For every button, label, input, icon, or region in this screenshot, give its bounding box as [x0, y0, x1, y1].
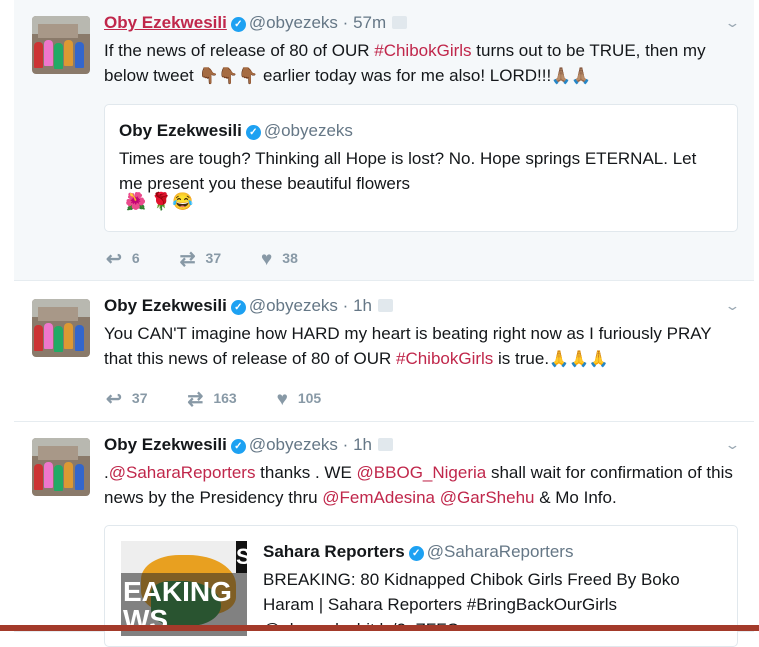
tweet-header: Oby Ezekwesili ✓ @obyezeks · 57m: [104, 13, 408, 33]
tweet-text: If the news of release of 80 of OUR #Chi…: [104, 41, 706, 85]
verified-icon: ✓: [230, 300, 246, 315]
verified-icon: ✓: [245, 125, 261, 140]
tweet[interactable]: Oby Ezekwesili ✓ @obyezeks · 1h ⌄ You CAN'…: [14, 283, 754, 422]
heart-icon: ♥: [276, 389, 288, 410]
tweet[interactable]: Oby Ezekwesili ✓ @obyezeks · 1h ⌄ .@Sahara…: [14, 422, 754, 647]
tweet-actions: ↩ 37 ⇄ 163 ♥ 105: [106, 388, 357, 411]
avatar[interactable]: [32, 16, 90, 74]
avatar[interactable]: [32, 438, 90, 496]
retweet-button[interactable]: ⇄ 163: [187, 388, 236, 411]
retweet-icon: ⇄: [187, 389, 204, 410]
reply-button[interactable]: ↩ 37: [106, 388, 148, 411]
verified-icon: ✓: [230, 439, 246, 454]
tweet-header: Oby Ezekwesili ✓ @obyezeks · 1h: [104, 296, 393, 316]
author-name[interactable]: Oby Ezekwesili: [104, 435, 227, 454]
tweet-header: Oby Ezekwesili ✓ @obyezeks · 1h: [104, 435, 393, 455]
author-handle[interactable]: @obyezeks: [249, 435, 338, 454]
reply-icon: ↩: [106, 389, 122, 410]
chevron-down-icon[interactable]: ⌄: [724, 15, 740, 31]
mention-link[interactable]: @FemAdesina: [322, 488, 435, 507]
mention-link[interactable]: @SaharaReporters: [109, 463, 256, 482]
verified-icon: ✓: [230, 17, 246, 32]
retweet-button[interactable]: ⇄ 37: [180, 248, 222, 271]
quoted-text: Times are tough? Thinking all Hope is lo…: [119, 149, 697, 193]
chevron-down-icon[interactable]: ⌄: [724, 437, 740, 453]
timestamp[interactable]: 1h: [353, 435, 372, 454]
author-name[interactable]: Oby Ezekwesili: [104, 296, 227, 315]
author-handle[interactable]: @obyezeks: [249, 296, 338, 315]
hashtag-link[interactable]: #ChibokGirls: [374, 41, 471, 60]
tweet[interactable]: Oby Ezekwesili ✓ @obyezeks · 57m ⌄ If the …: [14, 0, 754, 281]
quoted-tweet[interactable]: Oby Ezekwesili ✓ @obyezeks Times are tough…: [104, 104, 738, 232]
card-thumbnail: EAKING WS S: [121, 541, 247, 636]
author-handle[interactable]: @obyezeks: [249, 13, 338, 32]
card-author-name: Sahara Reporters: [263, 542, 405, 561]
reply-icon: ↩: [106, 249, 122, 270]
tweet-text: You CAN'T imagine how HARD my heart is b…: [104, 324, 712, 368]
tweet-actions: ↩ 6 ⇄ 37 ♥ 38: [106, 248, 334, 271]
tweet-text: .@SaharaReporters thanks . WE @BBOG_Nige…: [104, 463, 733, 507]
card-author-handle: @SaharaReporters: [426, 542, 574, 561]
author-name[interactable]: Oby Ezekwesili: [104, 13, 227, 32]
like-button[interactable]: ♥ 105: [277, 389, 322, 411]
heart-icon: ♥: [261, 249, 273, 270]
reply-button[interactable]: ↩ 6: [106, 248, 140, 271]
translate-icon: [377, 299, 393, 312]
card-text: BREAKING: 80 Kidnapped Chibok Girls Free…: [263, 570, 680, 614]
bottom-bar: [0, 625, 759, 631]
retweet-icon: ⇄: [179, 249, 196, 270]
like-button[interactable]: ♥ 38: [261, 249, 298, 271]
mention-link[interactable]: @BBOG_Nigeria: [357, 463, 487, 482]
avatar[interactable]: [32, 299, 90, 357]
mention-link[interactable]: @GarShehu: [440, 488, 535, 507]
quoted-author-handle: @obyezeks: [263, 121, 353, 140]
quoted-emoji: 🌺 🌹😂: [125, 192, 194, 211]
verified-icon: ✓: [408, 546, 424, 561]
timestamp[interactable]: 57m: [353, 13, 386, 32]
translate-icon: [392, 16, 408, 29]
quoted-author-name: Oby Ezekwesili: [119, 121, 242, 140]
chevron-down-icon[interactable]: ⌄: [724, 298, 740, 314]
translate-icon: [377, 438, 393, 451]
timestamp[interactable]: 1h: [353, 296, 372, 315]
hashtag-link[interactable]: #ChibokGirls: [396, 349, 493, 368]
